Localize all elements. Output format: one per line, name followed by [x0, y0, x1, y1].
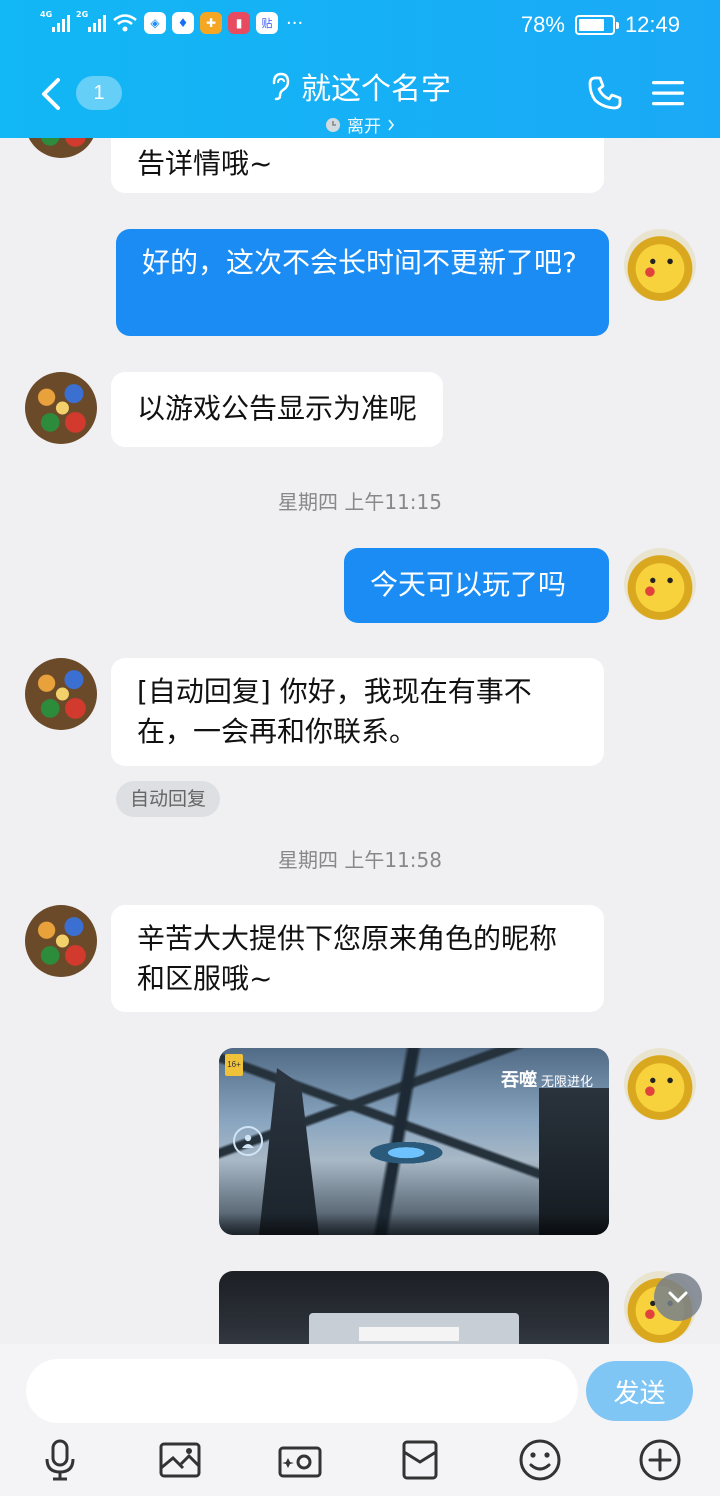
image-content	[259, 1068, 319, 1235]
battery-fill	[578, 19, 604, 31]
red-packet-button[interactable]	[398, 1438, 442, 1482]
scroll-to-bottom-button[interactable]	[654, 1273, 702, 1321]
auto-reply-tag: 自动回复	[116, 781, 221, 817]
message-input[interactable]	[26, 1359, 578, 1423]
message-text: 以游戏公告显示为准呢	[137, 392, 418, 425]
image-content	[309, 1313, 519, 1344]
status-icons-right: 78% 12:49	[521, 12, 680, 38]
image-footer	[219, 1213, 609, 1235]
status-bar: 4G 2G ◈ ♦ ✚ ▮ 贴 ··· 78% 12:49	[0, 0, 720, 50]
tieba-notification-icon: 贴	[256, 12, 278, 34]
send-button[interactable]: 发送	[586, 1361, 693, 1421]
image-message[interactable]: 16+ 吞噬 无限进化	[219, 1048, 609, 1235]
message-text: 辛苦大大提供下您原来角色的昵称和区服哦~	[137, 922, 558, 995]
contact-name: 就这个名字	[301, 72, 451, 107]
image-icon	[159, 1442, 201, 1478]
phone-call-icon[interactable]	[586, 74, 624, 112]
book-notification-icon: ▮	[228, 12, 250, 34]
outgoing-message[interactable]: 今天可以玩了吗	[344, 548, 609, 623]
message-timestamp: 星期四 上午11:58	[278, 848, 442, 872]
game-logo-image: 吞噬 无限进化	[500, 1070, 593, 1090]
chevron-down-icon	[668, 1291, 688, 1303]
input-area: 发送	[0, 1344, 720, 1496]
grid-notification-icon: ✚	[200, 12, 222, 34]
contact-status-text: 离开	[347, 117, 381, 137]
age-rating-icon: 16+	[225, 1054, 243, 1076]
message-text: 好的，这次不会长时间不更新了吧?	[142, 246, 577, 279]
hearing-ear-icon	[272, 72, 290, 101]
signal-2g-icon: 2G	[76, 10, 106, 32]
camera-icon	[278, 1446, 322, 1478]
wifi-icon	[113, 14, 137, 32]
chat-header: 4G 2G ◈ ♦ ✚ ▮ 贴 ··· 78% 12:49 1 就这个名字 离开	[0, 0, 720, 138]
incoming-message[interactable]: [自动回复] 你好，我现在有事不在，一会再和你联系。	[111, 658, 604, 766]
plus-icon	[639, 1439, 681, 1481]
camera-button[interactable]	[278, 1438, 322, 1482]
gallery-button[interactable]	[158, 1438, 202, 1482]
more-button[interactable]	[638, 1438, 682, 1482]
menu-icon[interactable]	[650, 78, 686, 108]
message-timestamp: 星期四 上午11:15	[278, 490, 442, 514]
message-text: 今天可以玩了吗	[370, 568, 567, 601]
message-list[interactable]: 告详情哦~ 好的，这次不会长时间不更新了吧? 以游戏公告显示为准呢 星期四 上午…	[0, 138, 720, 1344]
red-packet-icon	[402, 1440, 438, 1480]
message-text: [自动回复] 你好，我现在有事不在，一会再和你联系。	[137, 675, 532, 748]
contact-avatar[interactable]	[25, 138, 97, 158]
more-notifications-icon: ···	[286, 12, 304, 34]
signal-4g-icon: 4G	[40, 10, 70, 32]
outgoing-message[interactable]: 好的，这次不会长时间不更新了吧?	[116, 229, 609, 336]
my-avatar[interactable]	[624, 548, 696, 620]
image-message[interactable]	[219, 1271, 609, 1344]
contact-avatar[interactable]	[25, 905, 97, 977]
image-content	[359, 1327, 459, 1341]
incoming-message[interactable]: 告详情哦~	[111, 138, 604, 193]
status-icons-left: 4G 2G ◈ ♦ ✚ ▮ 贴 ···	[40, 10, 304, 34]
my-avatar[interactable]	[624, 1048, 696, 1120]
clock-status-icon	[326, 117, 340, 132]
user-icon	[233, 1126, 263, 1156]
battery-percent: 78%	[520, 12, 565, 37]
incoming-message[interactable]: 以游戏公告显示为准呢	[111, 372, 444, 447]
emoji-button[interactable]	[518, 1438, 562, 1482]
message-text: 告详情哦~	[137, 147, 273, 180]
bulb-notification-icon: ♦	[172, 12, 194, 34]
my-avatar[interactable]	[624, 229, 696, 301]
contact-status[interactable]: 离开	[325, 112, 395, 137]
clock: 12:49	[624, 12, 680, 37]
input-toolbar	[0, 1438, 720, 1486]
chevron-right-icon	[388, 119, 395, 130]
contact-avatar[interactable]	[25, 372, 97, 444]
microphone-icon	[45, 1439, 75, 1481]
incoming-message[interactable]: 辛苦大大提供下您原来角色的昵称和区服哦~	[111, 905, 604, 1012]
chat-title: 就这个名字	[269, 64, 451, 108]
contact-avatar[interactable]	[25, 658, 97, 730]
voice-button[interactable]	[38, 1438, 82, 1482]
battery-icon	[574, 15, 619, 35]
app-notification-icon: ◈	[144, 12, 166, 34]
emoji-icon	[519, 1439, 561, 1481]
